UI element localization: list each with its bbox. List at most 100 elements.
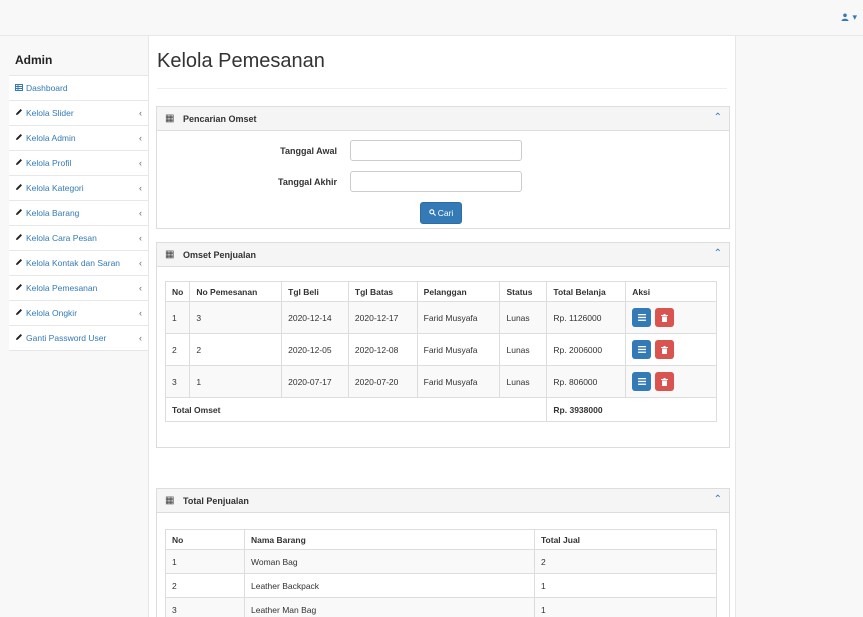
sidebar-item[interactable]: Kelola Cara Pesan ‹ (9, 226, 148, 251)
delete-button[interactable] (655, 308, 675, 327)
total-sales-panel-title: Total Penjualan (183, 495, 249, 506)
sidebar-item[interactable]: Kelola Kontak dan Saran ‹ (9, 251, 148, 276)
delete-button[interactable] (655, 340, 675, 359)
collapse-icon[interactable]: ⌃ (714, 248, 722, 259)
sidebar-item-label: Kelola Kontak dan Saran (26, 258, 121, 268)
chevron-left-icon: ‹ (139, 333, 142, 343)
pencil-icon (15, 183, 23, 193)
pencil-icon (15, 258, 23, 268)
table-cell: Farid Musyafa (416, 301, 501, 334)
col-header: Total Belanja (546, 281, 627, 302)
table-cell: Leather Backpack (244, 573, 535, 598)
sidebar-item[interactable]: Kelola Slider ‹ (9, 101, 148, 126)
sidebar-item-label: Kelola Profil (26, 158, 72, 168)
table-cell: 2 (534, 549, 717, 574)
chevron-left-icon: ‹ (139, 258, 142, 268)
pencil-icon (15, 108, 23, 118)
sidebar-item[interactable]: Kelola Admin ‹ (9, 126, 148, 151)
total-row: Total Omset Rp. 3938000 (164, 397, 717, 422)
sidebar-item[interactable]: Kelola Ongkir ‹ (9, 301, 148, 326)
sidebar-item-label: Kelola Cara Pesan (26, 233, 97, 243)
search-button[interactable]: Cari (420, 202, 462, 224)
table-cell: 1 (189, 365, 283, 398)
table-icon: ▦ (165, 495, 175, 506)
sidebar-item[interactable]: Kelola Pemesanan ‹ (9, 276, 148, 301)
chevron-left-icon: ‹ (139, 283, 142, 293)
sidebar-item[interactable]: Kelola Barang ‹ (9, 201, 148, 226)
detail-button[interactable] (632, 308, 652, 327)
table-cell: Rp. 1126000 (546, 301, 627, 334)
page-title: Kelola Pemesanan (157, 50, 325, 72)
table-cell: 2020-12-08 (347, 333, 418, 366)
detail-button[interactable] (632, 340, 652, 359)
col-header: No (165, 529, 245, 550)
col-header: Status (499, 281, 548, 302)
table-cell: 2 (189, 333, 283, 366)
chevron-left-icon: ‹ (139, 208, 142, 218)
sidebar-item[interactable]: Dashboard (9, 76, 148, 101)
pencil-icon (15, 233, 23, 243)
sidebar-item-label: Kelola Ongkir (26, 308, 78, 318)
table-icon: ▦ (165, 249, 175, 260)
col-header: Nama Barang (244, 529, 535, 550)
total-sales-panel: ▦ Total Penjualan ⌃ No Nama Barang Total… (156, 488, 730, 617)
user-menu[interactable]: ▾ (841, 12, 857, 23)
col-header: Tgl Beli (281, 281, 349, 302)
table-cell: Farid Musyafa (416, 333, 501, 366)
col-header: Aksi (625, 281, 717, 302)
table-cell: 1 (165, 549, 245, 574)
end-date-row: Tanggal Akhir (257, 171, 522, 192)
table-cell: 2 (165, 573, 245, 598)
table-cell: Lunas (499, 333, 548, 366)
collapse-icon[interactable]: ⌃ (714, 112, 722, 123)
col-header: No (164, 281, 191, 302)
table-cell: 3 (164, 365, 191, 398)
start-date-row: Tanggal Awal (257, 140, 522, 161)
end-date-input[interactable] (350, 171, 522, 192)
total-label: Total Omset (164, 397, 548, 422)
sidebar-item-label: Kelola Admin (26, 133, 76, 143)
col-header: Tgl Batas (347, 281, 418, 302)
search-icon (428, 208, 436, 218)
top-navbar: ▾ (0, 0, 863, 36)
sales-table: No No Pemesanan Tgl Beli Tgl Batas Pelan… (164, 281, 717, 422)
collapse-icon[interactable]: ⌃ (714, 494, 722, 505)
table-row: 3 Leather Man Bag 1 (165, 597, 717, 617)
table-cell: Farid Musyafa (416, 365, 501, 398)
table-cell: 3 (189, 301, 283, 334)
action-cell (625, 365, 717, 398)
list-icon (637, 314, 646, 321)
end-date-label: Tanggal Akhir (277, 176, 337, 187)
start-date-input[interactable] (350, 140, 522, 161)
col-header: No Pemesanan (189, 281, 283, 302)
trash-icon (661, 377, 669, 386)
sidebar-item[interactable]: Kelola Kategori ‹ (9, 176, 148, 201)
sales-panel-title: Omset Penjualan (183, 249, 257, 260)
sidebar-item-label: Dashboard (26, 83, 68, 93)
pencil-icon (15, 133, 23, 143)
detail-button[interactable] (632, 372, 652, 391)
delete-button[interactable] (655, 372, 675, 391)
sidebar-item[interactable]: Ganti Password User ‹ (9, 326, 148, 351)
col-header: Total Jual (534, 529, 717, 550)
action-cell (625, 333, 717, 366)
start-date-label: Tanggal Awal (280, 145, 337, 156)
col-header: Pelanggan (416, 281, 501, 302)
trash-icon (661, 313, 669, 322)
table-row: 1 Woman Bag 2 (165, 549, 717, 574)
table-cell: Rp. 806000 (546, 365, 627, 398)
list-icon (637, 346, 646, 353)
action-cell (625, 301, 717, 334)
table-cell: 2020-07-20 (347, 365, 418, 398)
sidebar-item-label: Kelola Pemesanan (26, 283, 98, 293)
table-cell: 2020-07-17 (281, 365, 349, 398)
chevron-left-icon: ‹ (139, 233, 142, 243)
table-cell: 1 (534, 597, 717, 617)
table-cell: 2020-12-14 (281, 301, 349, 334)
table-cell: 2 (164, 333, 191, 366)
pencil-icon (15, 208, 23, 218)
main-content: Kelola Pemesanan ▦ Pencarian Omset ⌃ Tan… (148, 36, 736, 617)
chevron-down-icon: ▾ (852, 12, 857, 22)
table-cell: 1 (164, 301, 191, 334)
sidebar-item[interactable]: Kelola Profil ‹ (9, 151, 148, 176)
